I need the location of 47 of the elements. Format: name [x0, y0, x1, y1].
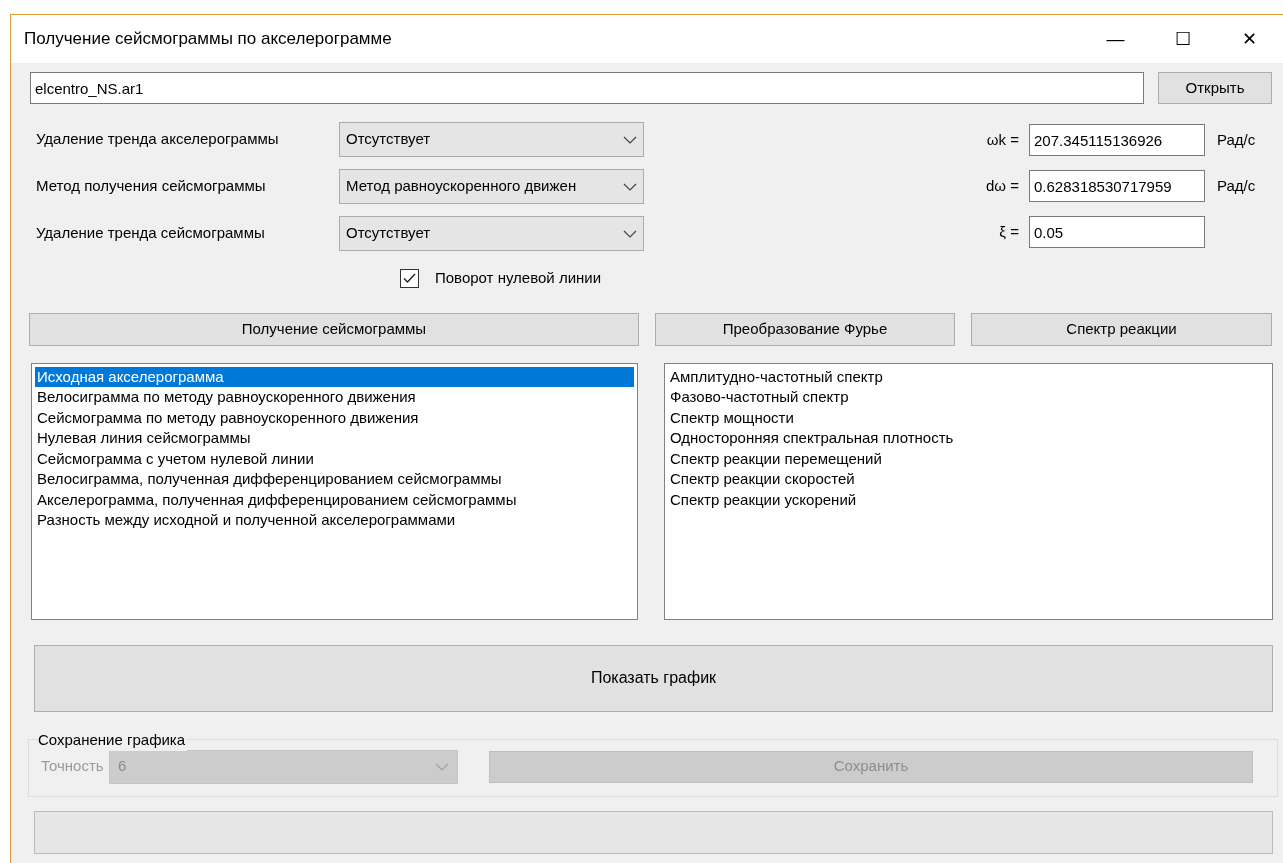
list-item[interactable]: Велосиграмма по методу равноускоренного движения	[35, 387, 634, 408]
list-item[interactable]: Сейсмограмма по методу равноускоренного движения	[35, 407, 634, 428]
fourier-transform-button[interactable]: Преобразование Фурье	[655, 312, 955, 346]
list-item[interactable]: Нулевая линия сейсмограммы	[35, 428, 634, 449]
list-item[interactable]: Велосиграмма, полученная дифференцированием сейсмограммы	[35, 469, 634, 490]
list-item[interactable]: Разность между исходной и полученной акселерограммами	[35, 510, 634, 531]
list-item[interactable]: Спектр реакции перемещений	[668, 448, 1269, 469]
parameter-label: dω =	[985, 175, 1020, 196]
chevron-down-icon	[435, 762, 449, 771]
response-spectrum-button[interactable]: Спектр реакции	[971, 312, 1272, 346]
close-button[interactable]: ✕	[1216, 15, 1283, 63]
window-title: Получение сейсмограммы по акселерограмме	[24, 28, 393, 51]
list-item[interactable]: Акселерограмма, полученная дифференцированием сейсмограммы	[35, 489, 634, 510]
list-item[interactable]: Амплитудно-частотный спектр	[668, 366, 1269, 387]
checkbox[interactable]	[400, 268, 419, 288]
maximize-button[interactable]: ☐	[1149, 15, 1216, 63]
open-button[interactable]: Открыть	[1158, 72, 1272, 104]
unit-label: Рад/с	[1216, 175, 1257, 196]
get-seismogram-button[interactable]: Получение сейсмограммы	[29, 312, 639, 346]
field-label: Удаление тренда сейсмограммы	[36, 223, 266, 244]
checkbox-label: Поворот нулевой линии	[435, 268, 602, 288]
parameter-field[interactable]: 0.628318530717959	[1029, 170, 1205, 202]
dropdown[interactable]: Отсутствует	[339, 216, 644, 251]
field-label: Удаление тренда акселерограммы	[36, 129, 280, 150]
chevron-down-icon	[623, 182, 637, 191]
precision-label: Точность	[41, 756, 105, 777]
checkmark-icon	[403, 272, 416, 284]
show-graph-button[interactable]: Показать график	[34, 644, 1273, 712]
parameter-label: ξ =	[998, 221, 1020, 242]
parameter-label: ωk =	[985, 129, 1020, 150]
parameter-field[interactable]: 0.05	[1029, 216, 1205, 248]
unit-label: Рад/с	[1216, 129, 1257, 150]
minimize-button[interactable]: —	[1082, 15, 1149, 63]
dropdown[interactable]: Метод равноускоренного движен	[339, 169, 644, 204]
list-item[interactable]: Спектр реакции скоростей	[668, 469, 1269, 490]
parameter-field[interactable]: 207.345115136926	[1029, 124, 1205, 156]
list-item[interactable]: Сейсмограмма с учетом нулевой линии	[35, 448, 634, 469]
list-item[interactable]: Фазово-частотный спектр	[668, 387, 1269, 408]
field-label: Метод получения сейсмограммы	[36, 176, 267, 197]
chevron-down-icon	[623, 229, 637, 238]
list-item[interactable]: Спектр мощности	[668, 407, 1269, 428]
list-item[interactable]: Спектр реакции ускорений	[668, 489, 1269, 510]
file-path-field[interactable]: elcentro_NS.ar1	[30, 72, 1144, 104]
list-item[interactable]: Односторонняя спектральная плотность	[668, 428, 1269, 449]
chevron-down-icon	[623, 135, 637, 144]
dropdown[interactable]: Отсутствует	[339, 122, 644, 157]
list-item[interactable]: Исходная акселерограмма	[35, 366, 634, 387]
